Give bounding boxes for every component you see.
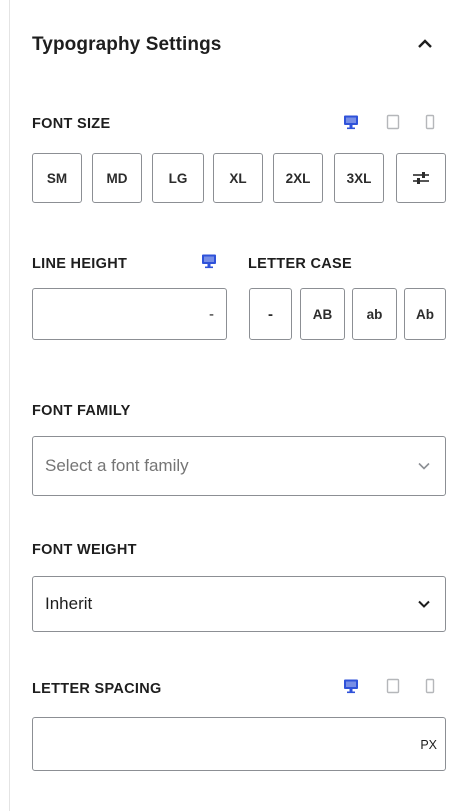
font-size-sm-button[interactable]: SM bbox=[32, 153, 82, 203]
line-height-input[interactable]: - bbox=[32, 288, 227, 340]
desktop-icon bbox=[344, 679, 358, 694]
letter-case-capitalize-button[interactable]: Ab bbox=[404, 288, 446, 340]
chevron-down-icon bbox=[417, 462, 431, 471]
collapse-button[interactable] bbox=[411, 30, 439, 58]
chevron-down-icon bbox=[417, 600, 431, 609]
font-size-desktop-button[interactable] bbox=[342, 113, 360, 131]
letter-spacing-mobile-button[interactable] bbox=[421, 677, 439, 695]
font-size-mobile-button[interactable] bbox=[421, 113, 439, 131]
font-weight-value: Inherit bbox=[45, 594, 93, 613]
desktop-icon bbox=[202, 254, 216, 269]
typography-settings-panel: Typography Settings FONT SIZE SM MD LG X… bbox=[9, 0, 457, 811]
letter-spacing-tablet-button[interactable] bbox=[384, 677, 402, 695]
line-height-desktop-button[interactable] bbox=[200, 252, 218, 270]
letter-spacing-unit: PX bbox=[420, 738, 437, 752]
desktop-icon bbox=[344, 115, 358, 130]
letter-case-label: LETTER CASE bbox=[248, 256, 352, 272]
sliders-icon bbox=[413, 172, 429, 184]
font-family-select[interactable]: Select a font family bbox=[32, 436, 446, 496]
line-height-suffix: - bbox=[209, 306, 214, 323]
tablet-icon bbox=[386, 678, 400, 694]
letter-case-none-button[interactable]: - bbox=[249, 288, 292, 340]
mobile-icon bbox=[425, 678, 435, 694]
letter-case-lowercase-button[interactable]: ab bbox=[352, 288, 397, 340]
font-size-3xl-button[interactable]: 3XL bbox=[334, 153, 384, 203]
font-size-tablet-button[interactable] bbox=[384, 113, 402, 131]
letter-spacing-desktop-button[interactable] bbox=[342, 677, 360, 695]
letter-spacing-label: LETTER SPACING bbox=[32, 681, 162, 697]
font-size-xl-button[interactable]: XL bbox=[213, 153, 263, 203]
font-size-label: FONT SIZE bbox=[32, 116, 111, 132]
mobile-icon bbox=[425, 114, 435, 130]
font-family-placeholder: Select a font family bbox=[45, 456, 189, 475]
panel-title: Typography Settings bbox=[32, 34, 222, 55]
tablet-icon bbox=[386, 114, 400, 130]
font-family-label: FONT FAMILY bbox=[32, 403, 131, 419]
font-size-custom-button[interactable] bbox=[396, 153, 446, 203]
letter-case-uppercase-button[interactable]: AB bbox=[300, 288, 345, 340]
font-weight-label: FONT WEIGHT bbox=[32, 542, 137, 558]
font-size-2xl-button[interactable]: 2XL bbox=[273, 153, 323, 203]
chevron-up-icon bbox=[418, 39, 432, 48]
font-weight-select[interactable]: Inherit bbox=[32, 576, 446, 632]
font-size-md-button[interactable]: MD bbox=[92, 153, 142, 203]
letter-spacing-input[interactable]: PX bbox=[32, 717, 446, 771]
line-height-label: LINE HEIGHT bbox=[32, 256, 128, 272]
font-size-lg-button[interactable]: LG bbox=[152, 153, 204, 203]
